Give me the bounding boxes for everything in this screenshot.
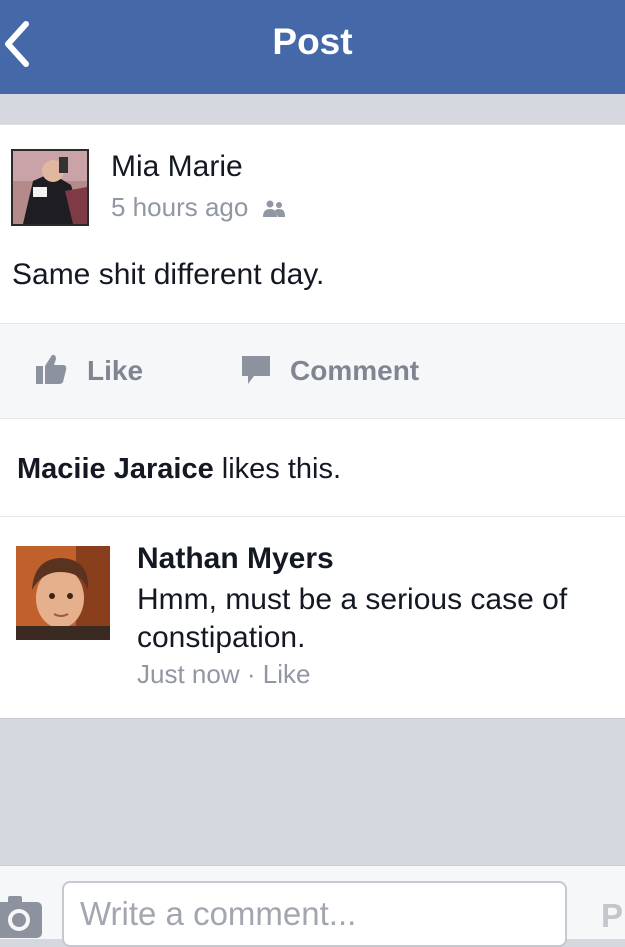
- camera-icon: [0, 896, 42, 938]
- liker-name[interactable]: Maciie Jaraice: [17, 453, 214, 485]
- comment-composer: P: [0, 865, 625, 947]
- avatar-image: [13, 151, 87, 224]
- comment-input[interactable]: [62, 881, 567, 947]
- post-meta: 5 hours ago: [111, 191, 286, 223]
- post-actions-bar: Like Comment: [0, 323, 625, 419]
- post-comment-button[interactable]: P: [601, 896, 623, 936]
- post-text: Same shit different day.: [12, 258, 325, 291]
- post-author-avatar[interactable]: [11, 149, 89, 226]
- comment-author-name[interactable]: Nathan Myers: [137, 541, 334, 577]
- friends-icon: [262, 200, 285, 218]
- page-title: Post: [272, 21, 353, 62]
- post-card: Mia Marie 5 hours ago Same shit differen…: [0, 124, 625, 719]
- camera-button[interactable]: [0, 894, 44, 939]
- likes-suffix: likes this.: [221, 453, 342, 485]
- comment-like-link[interactable]: Like: [263, 659, 311, 689]
- comment-label: Comment: [290, 355, 420, 386]
- likes-summary: Maciie Jaraice likes this.: [17, 451, 341, 487]
- divider: [0, 516, 625, 517]
- meta-separator: ·: [246, 659, 256, 689]
- post-author-name[interactable]: Mia Marie: [111, 149, 243, 185]
- speech-bubble-icon: [242, 356, 270, 384]
- comment-author-avatar[interactable]: [16, 546, 110, 640]
- post-timestamp: 5 hours ago: [111, 192, 249, 222]
- avatar-image: [16, 546, 110, 640]
- comment-meta: Just now · Like: [137, 658, 310, 690]
- navbar: Post: [0, 0, 625, 94]
- comment-text: Hmm, must be a serious case of constipat…: [137, 583, 568, 654]
- comment-timestamp: Just now: [137, 659, 240, 689]
- like-label: Like: [87, 355, 144, 386]
- thumbs-up-icon: [36, 354, 67, 384]
